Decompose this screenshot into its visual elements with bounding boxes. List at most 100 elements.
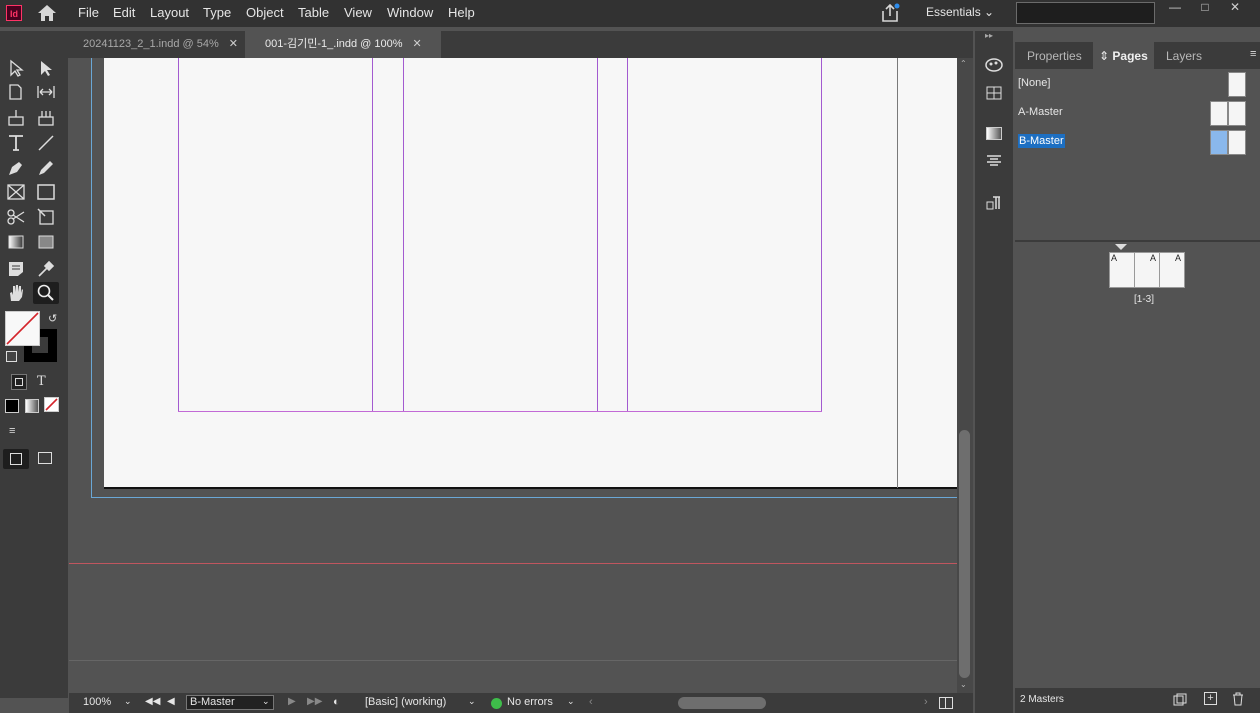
apply-gradient-icon[interactable]: [25, 399, 39, 413]
eyedropper-icon[interactable]: [36, 259, 58, 279]
apply-none-icon[interactable]: [44, 397, 59, 412]
normal-view-icon[interactable]: [3, 449, 29, 469]
spread-arrow-icon: [1115, 244, 1127, 250]
chevron-down-icon[interactable]: ⌄: [262, 696, 270, 707]
chevron-down-icon[interactable]: ⌄: [124, 696, 132, 707]
formatting-container-icon[interactable]: [11, 374, 27, 390]
swap-fill-stroke-icon[interactable]: ↺: [48, 312, 57, 325]
workspace-switcher[interactable]: Essentials ⌄: [926, 5, 994, 19]
master-thumbnail-selected[interactable]: [1210, 130, 1228, 155]
gradient-swatch-icon[interactable]: [6, 232, 28, 252]
tab-layers[interactable]: Layers: [1166, 49, 1202, 63]
trash-icon[interactable]: [1232, 692, 1244, 706]
pen-tool-icon[interactable]: [6, 158, 28, 178]
formatting-text-icon[interactable]: T: [37, 374, 46, 389]
close-icon[interactable]: ✕: [413, 38, 422, 50]
scroll-left-icon[interactable]: ‹: [589, 696, 593, 708]
scissors-icon[interactable]: [6, 207, 28, 227]
hand-tool-icon[interactable]: [6, 283, 28, 303]
zoom-tool-icon[interactable]: [33, 282, 59, 304]
master-thumbnail[interactable]: [1228, 130, 1246, 155]
menu-help[interactable]: Help: [448, 5, 475, 20]
gradient-panel-icon[interactable]: [986, 127, 1002, 140]
split-window-icon[interactable]: [939, 697, 953, 709]
preflight-status[interactable]: No errors: [507, 696, 553, 708]
menu-layout[interactable]: Layout: [150, 5, 189, 20]
menu-view[interactable]: View: [344, 5, 372, 20]
master-thumbnail[interactable]: [1210, 101, 1228, 126]
screen-mode-icon[interactable]: ≡: [9, 425, 15, 437]
scroll-up-icon[interactable]: ⌃: [960, 59, 967, 68]
pages-panel-icon[interactable]: [986, 86, 1002, 100]
tab-properties[interactable]: Properties: [1027, 49, 1082, 63]
chevron-down-icon[interactable]: ⌄: [468, 696, 476, 707]
selection-icon[interactable]: [6, 58, 28, 78]
menu-object[interactable]: Object: [246, 5, 284, 20]
horizontal-scroll-thumb[interactable]: [678, 697, 766, 709]
style-status[interactable]: [Basic] (working): [365, 696, 446, 708]
document-status-icon[interactable]: ◐: [333, 696, 340, 708]
note-tool-icon[interactable]: [6, 259, 28, 279]
home-icon[interactable]: [37, 4, 57, 25]
share-icon[interactable]: [880, 3, 900, 26]
tab-pages[interactable]: ⇕ Pages: [1099, 49, 1148, 63]
master-item-a[interactable]: A-Master: [1018, 106, 1063, 118]
new-page-icon[interactable]: +: [1204, 692, 1217, 705]
panel-menu-icon[interactable]: ≡: [1250, 48, 1256, 60]
edit-page-size-icon[interactable]: [1173, 693, 1187, 706]
master-thumbnail[interactable]: [1228, 72, 1246, 97]
paragraph-styles-icon[interactable]: [986, 154, 1002, 168]
tab-pages-label: Pages: [1112, 49, 1148, 63]
search-input[interactable]: [1016, 2, 1155, 24]
default-colors-icon[interactable]: [6, 351, 17, 362]
minimize-icon[interactable]: —: [1162, 0, 1188, 16]
vertical-scroll-thumb[interactable]: [959, 430, 970, 678]
panel-divider[interactable]: [1015, 240, 1260, 242]
rectangle-tool-icon[interactable]: [36, 182, 58, 202]
tools-panel: [0, 31, 68, 698]
master-thumbnail[interactable]: [1228, 101, 1246, 126]
previous-page-icon[interactable]: ◀: [167, 696, 175, 707]
master-item-none[interactable]: [None]: [1018, 77, 1050, 89]
menu-window[interactable]: Window: [387, 5, 433, 20]
last-page-icon[interactable]: ▶▶: [307, 696, 322, 707]
fill-swatch[interactable]: [5, 311, 40, 346]
close-window-icon[interactable]: ✕: [1222, 0, 1248, 16]
menu-file[interactable]: File: [78, 5, 99, 20]
line-tool-icon[interactable]: [36, 133, 58, 153]
page-tool-icon[interactable]: [6, 82, 28, 102]
tab-document-2[interactable]: 001-김기민-1_.indd @ 100% ✕: [245, 31, 441, 58]
type-tool-icon[interactable]: [6, 133, 28, 153]
page-spread[interactable]: [1109, 252, 1185, 288]
column-guide: [178, 58, 179, 412]
cc-libraries-icon[interactable]: [985, 57, 1003, 74]
zoom-level[interactable]: 100%: [83, 696, 111, 708]
tab-document-1[interactable]: 20241123_2_1.indd @ 54% ✕: [70, 31, 245, 58]
chevron-down-icon[interactable]: ⌄: [567, 696, 575, 707]
scroll-right-icon[interactable]: ›: [924, 696, 928, 708]
free-transform-icon[interactable]: [36, 207, 58, 227]
direct-selection-icon[interactable]: [36, 58, 58, 78]
next-page-icon[interactable]: ▶: [288, 696, 296, 707]
content-collector-icon[interactable]: [6, 108, 28, 128]
character-styles-icon[interactable]: [986, 195, 1002, 211]
menu-table[interactable]: Table: [298, 5, 329, 20]
document-page[interactable]: [104, 58, 957, 488]
content-placer-icon[interactable]: [36, 108, 58, 128]
pencil-tool-icon[interactable]: [36, 158, 58, 178]
master-item-b-selected[interactable]: B-Master: [1018, 134, 1065, 148]
gradient-feather-icon[interactable]: [36, 232, 58, 252]
menu-edit[interactable]: Edit: [113, 5, 135, 20]
restore-icon[interactable]: □: [1192, 0, 1218, 16]
first-page-icon[interactable]: ◀◀: [145, 696, 160, 707]
collapse-dock-icon[interactable]: ▸▸: [985, 31, 993, 40]
apply-color-icon[interactable]: [5, 399, 19, 413]
indesign-logo: Id: [6, 5, 22, 21]
menu-type[interactable]: Type: [203, 5, 231, 20]
gap-tool-icon[interactable]: [36, 82, 58, 102]
page-select[interactable]: B-Master: [186, 695, 274, 710]
preview-mode-icon[interactable]: [38, 452, 52, 464]
scroll-down-icon[interactable]: ⌄: [960, 680, 967, 689]
rectangle-frame-icon[interactable]: [6, 182, 28, 202]
close-icon[interactable]: ✕: [229, 38, 238, 50]
